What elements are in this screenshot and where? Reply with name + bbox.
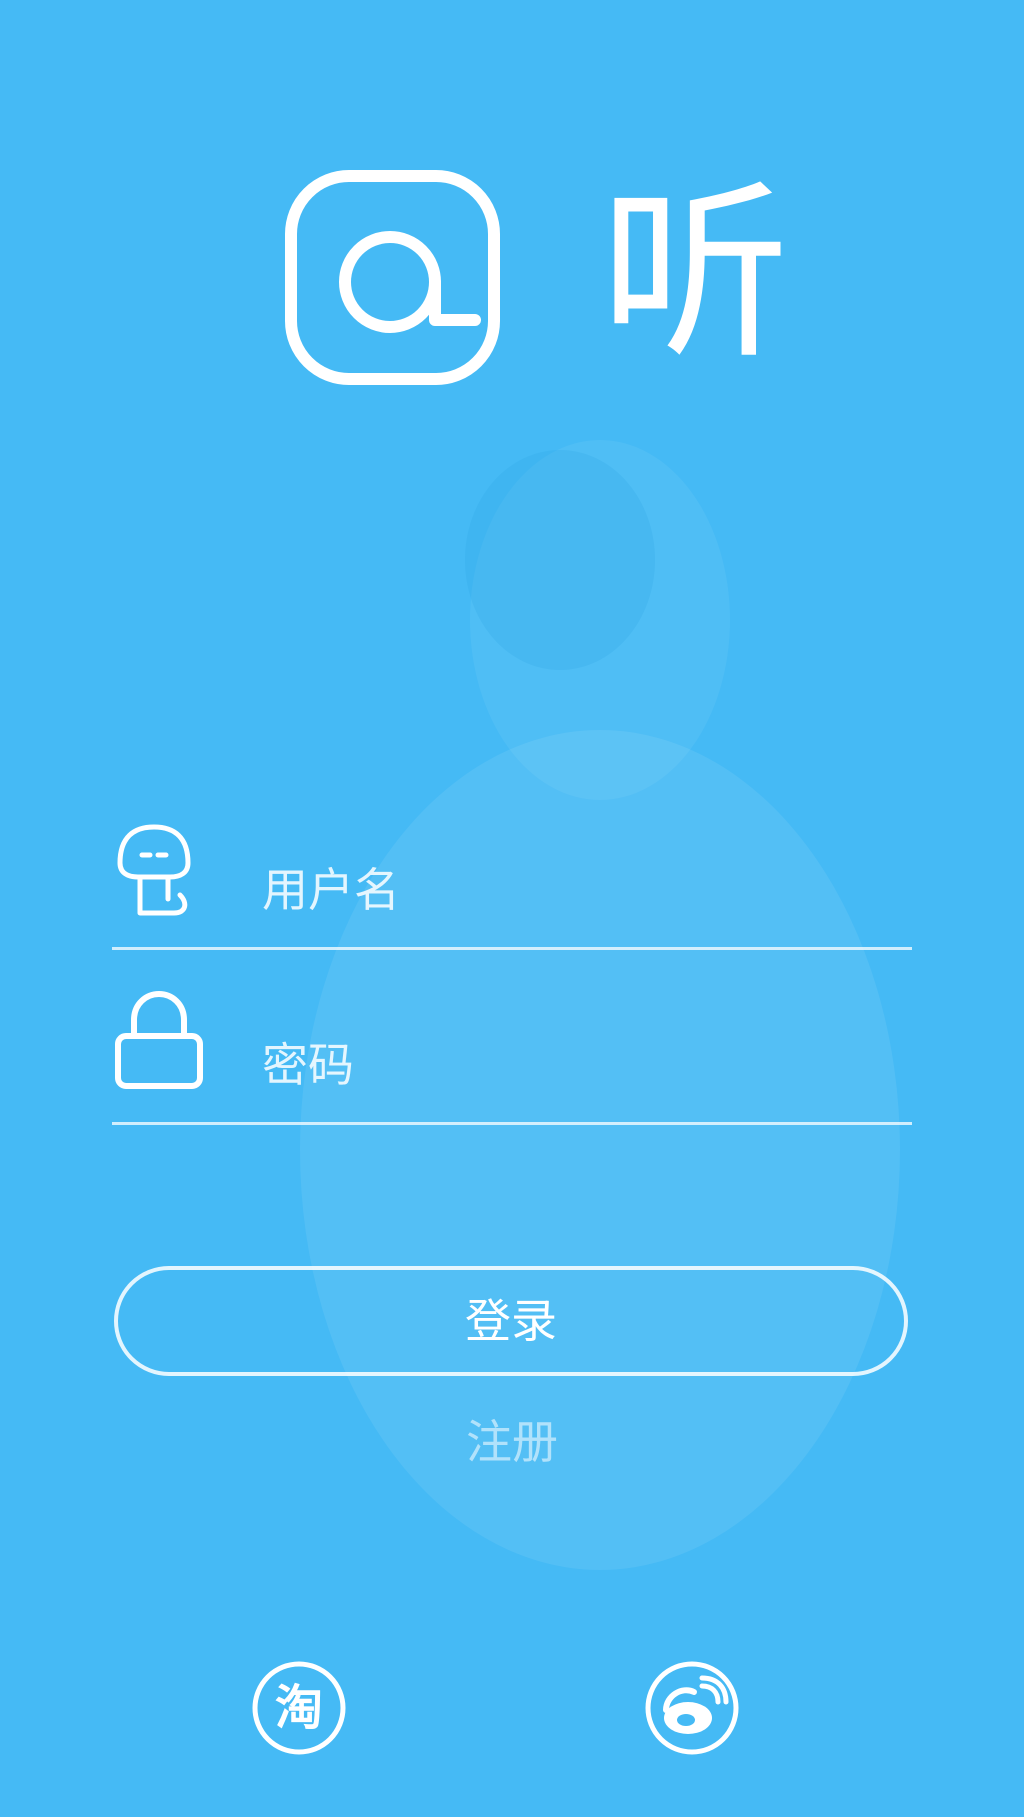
weibo-login-button[interactable] bbox=[644, 1660, 740, 1756]
app-logo-icon bbox=[285, 170, 500, 385]
password-input[interactable] bbox=[262, 1030, 862, 1100]
login-screen: 听 登录 注册 淘 bbox=[0, 0, 1024, 1817]
register-link[interactable]: 注册 bbox=[0, 1406, 1024, 1472]
weibo-icon bbox=[645, 1661, 739, 1755]
app-title: 听 bbox=[600, 164, 791, 385]
username-input[interactable] bbox=[262, 855, 862, 925]
login-button[interactable]: 登录 bbox=[114, 1266, 908, 1376]
password-field[interactable] bbox=[112, 990, 912, 1125]
user-avatar-icon bbox=[117, 824, 191, 916]
lock-icon bbox=[115, 990, 203, 1089]
username-field[interactable] bbox=[112, 815, 912, 950]
taobao-glyph: 淘 bbox=[274, 1680, 323, 1736]
taobao-login-button[interactable]: 淘 bbox=[251, 1660, 347, 1756]
